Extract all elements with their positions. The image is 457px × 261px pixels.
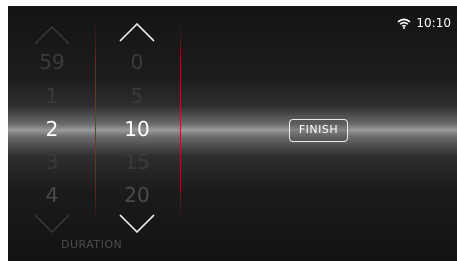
wifi-icon	[397, 18, 411, 29]
timer-screen: 10:10 59 1 2 3 4 0 5 10 15 20 DURATION F…	[8, 6, 457, 261]
picker-value[interactable]: 5	[117, 84, 157, 108]
chevron-up-icon[interactable]	[32, 24, 72, 46]
chevron-down-icon[interactable]	[117, 213, 157, 235]
finish-button[interactable]: FINISH	[289, 119, 348, 142]
status-bar: 10:10	[397, 15, 451, 31]
picker-value[interactable]: 15	[117, 150, 157, 174]
chevron-up-icon[interactable]	[117, 21, 157, 43]
column-divider	[180, 22, 181, 222]
picker-value-selected[interactable]: 10	[117, 117, 157, 141]
picker-value-selected[interactable]: 2	[32, 117, 72, 141]
picker-value[interactable]: 3	[32, 150, 72, 174]
status-time: 10:10	[416, 16, 451, 30]
column-divider	[95, 22, 96, 222]
picker-value[interactable]: 59	[32, 50, 72, 74]
picker-value[interactable]: 0	[117, 50, 157, 74]
picker-value[interactable]: 20	[117, 183, 157, 207]
picker-value[interactable]: 1	[32, 84, 72, 108]
chevron-down-icon[interactable]	[32, 213, 72, 235]
picker-value[interactable]: 4	[32, 183, 72, 207]
duration-label: DURATION	[61, 238, 123, 251]
